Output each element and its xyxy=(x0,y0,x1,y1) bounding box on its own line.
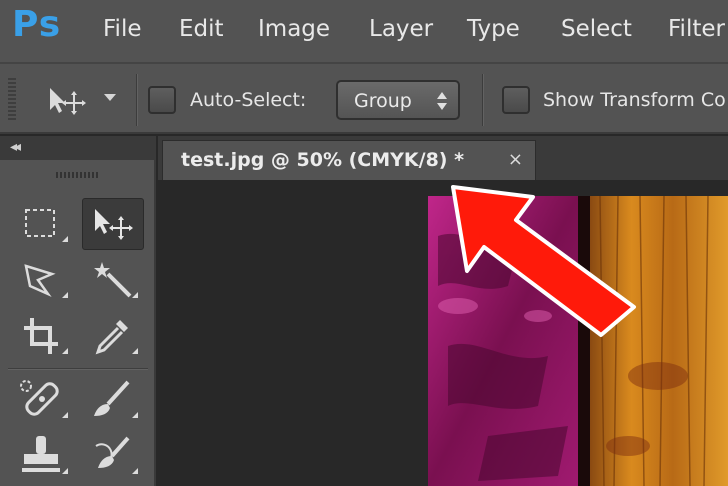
auto-select-target-dropdown[interactable]: Group xyxy=(336,80,460,120)
auto-select-target-value: Group xyxy=(354,90,412,112)
options-separator xyxy=(482,74,484,126)
show-transform-controls-label: Show Transform Co xyxy=(543,89,726,111)
tool-preset-caret-icon[interactable] xyxy=(104,94,116,101)
tools-separator xyxy=(8,368,148,370)
menu-layer[interactable]: Layer xyxy=(369,16,433,42)
close-icon[interactable]: × xyxy=(508,149,523,170)
auto-select-checkbox[interactable] xyxy=(148,86,176,114)
document-tab-bar: test.jpg @ 50% (CMYK/8) * × xyxy=(158,136,728,180)
menu-type[interactable]: Type xyxy=(467,16,520,42)
menu-file[interactable]: File xyxy=(103,16,142,42)
tools-panel: ◂◂ xyxy=(0,136,156,486)
document-tab[interactable]: test.jpg @ 50% (CMYK/8) * × xyxy=(162,140,536,180)
crop-tool-icon[interactable] xyxy=(12,310,74,362)
menu-bar: Ps File Edit Image Layer Type Select Fil… xyxy=(0,0,728,62)
options-separator xyxy=(136,74,138,126)
eyedropper-tool-icon[interactable] xyxy=(82,310,144,362)
options-bar-grip[interactable] xyxy=(8,78,16,122)
show-transform-controls-checkbox[interactable] xyxy=(502,86,530,114)
collapse-panel-icon[interactable]: ◂◂ xyxy=(10,139,21,155)
tools-panel-header: ◂◂ xyxy=(0,136,156,160)
menu-select[interactable]: Select xyxy=(561,16,632,42)
move-tool-icon[interactable] xyxy=(44,84,92,116)
auto-select-label: Auto-Select: xyxy=(190,89,307,111)
clone-stamp-tool-icon[interactable] xyxy=(12,430,74,482)
lasso-tool-icon[interactable] xyxy=(12,254,74,306)
history-brush-tool-icon[interactable] xyxy=(82,430,144,482)
document-tab-title: test.jpg @ 50% (CMYK/8) * xyxy=(181,149,465,171)
magic-wand-tool-icon[interactable] xyxy=(82,254,144,306)
dropdown-arrows-icon xyxy=(437,92,447,110)
document-image xyxy=(428,196,728,486)
rectangular-marquee-tool-icon[interactable] xyxy=(12,198,74,250)
move-tool-icon[interactable] xyxy=(82,198,144,250)
document-canvas[interactable] xyxy=(158,180,728,486)
spot-healing-brush-tool-icon[interactable] xyxy=(12,374,74,426)
tools-panel-grip[interactable] xyxy=(56,172,100,178)
photoshop-logo[interactable]: Ps xyxy=(12,4,61,45)
menu-edit[interactable]: Edit xyxy=(179,16,224,42)
brush-tool-icon[interactable] xyxy=(82,374,144,426)
document-area: test.jpg @ 50% (CMYK/8) * × xyxy=(158,136,728,486)
options-bar: Auto-Select: Group Show Transform Co xyxy=(0,62,728,134)
menu-filter[interactable]: Filter xyxy=(668,16,725,42)
menu-image[interactable]: Image xyxy=(258,16,330,42)
